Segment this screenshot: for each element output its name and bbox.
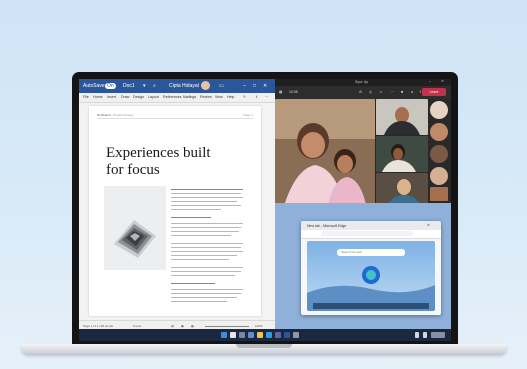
zoom-slider[interactable]: [205, 326, 249, 327]
search-icon[interactable]: ⌕: [153, 83, 156, 89]
document-title: Experiences built for focus: [106, 145, 211, 178]
video-tile-3[interactable]: [376, 136, 428, 172]
video-tile-4[interactable]: [376, 173, 428, 207]
minimize-icon[interactable]: –: [429, 79, 431, 83]
maximize-icon[interactable]: □: [253, 83, 256, 89]
task-view-icon[interactable]: [239, 332, 245, 338]
word-window: AutoSave On Doc1 ▾ ⌕ Cipta Hidayat ▭ – □…: [79, 79, 275, 329]
minimize-icon[interactable]: –: [243, 83, 246, 89]
participant-avatar-4[interactable]: [430, 167, 448, 185]
read-mode-icon[interactable]: ▤: [171, 324, 174, 328]
doc-header-right: Page 1: [243, 113, 253, 117]
start-icon[interactable]: [221, 332, 227, 338]
store-icon[interactable]: [293, 332, 299, 338]
word-icon[interactable]: [284, 332, 290, 338]
tab-insert[interactable]: Insert: [107, 95, 116, 99]
participant-avatar-3[interactable]: [430, 145, 448, 163]
tab-mailings[interactable]: Mailings: [183, 95, 196, 99]
more-icon[interactable]: ⋯: [265, 95, 269, 99]
laptop-screen: AutoSave On Doc1 ▾ ⌕ Cipta Hidayat ▭ – □…: [79, 79, 451, 341]
reactions-icon[interactable]: ☺: [379, 90, 383, 94]
web-layout-icon[interactable]: ▦: [191, 324, 194, 328]
edge-newtab-page: Search the web: [307, 241, 435, 311]
close-icon[interactable]: ✕: [427, 223, 430, 227]
editing-icon[interactable]: ✎: [243, 95, 246, 99]
user-name[interactable]: Cipta Hidayat: [169, 83, 199, 89]
header-rule: [97, 118, 253, 119]
clock[interactable]: [431, 332, 445, 338]
search-icon[interactable]: [230, 332, 236, 338]
tab-review[interactable]: Review: [200, 95, 212, 99]
zoom-level[interactable]: 100%: [255, 324, 263, 328]
ribbon-display-icon[interactable]: ▭: [219, 83, 224, 89]
edge-toolbar: [301, 230, 441, 239]
tab-draw[interactable]: Draw: [121, 95, 129, 99]
meeting-title: Sync Up: [355, 80, 369, 84]
word-status-bar: Page 1 of 1 125 words Focus ▤ ▣ ▦ 100%: [79, 320, 275, 329]
grid-view-icon[interactable]: ▦: [279, 90, 282, 94]
snap-zone: New tab - Microsoft Edge ✕ Search the we…: [275, 203, 451, 329]
tab-references[interactable]: References: [163, 95, 181, 99]
tab-layout[interactable]: Layout: [148, 95, 159, 99]
tab-help[interactable]: Help: [227, 95, 234, 99]
chat-icon[interactable]: ✉: [359, 90, 362, 94]
camera-icon[interactable]: ■: [401, 90, 403, 94]
print-layout-icon[interactable]: ▣: [181, 324, 184, 328]
edge-window[interactable]: New tab - Microsoft Edge ✕ Search the we…: [301, 221, 441, 315]
autosave-label: AutoSave: [83, 83, 105, 89]
doc-header-left: Northwind: [97, 113, 111, 117]
architecture-image: [104, 186, 166, 270]
self-view-tile[interactable]: [430, 187, 448, 201]
tab-home[interactable]: Home: [93, 95, 103, 99]
widgets-icon[interactable]: [248, 332, 254, 338]
teams-title-bar: Sync Up – ✕: [275, 79, 451, 86]
mic-icon[interactable]: ●: [411, 90, 413, 94]
avatar[interactable]: [201, 81, 210, 90]
address-bar[interactable]: [321, 231, 413, 236]
doc-header-mid: Product Design: [113, 113, 134, 117]
teams-icon[interactable]: [275, 332, 281, 338]
web-search-box[interactable]: Search the web: [337, 249, 405, 256]
meeting-timer: 10:35: [289, 90, 298, 94]
document-page[interactable]: Northwind Product Design Page 1 Experien…: [89, 106, 261, 316]
save-icon[interactable]: ▾: [143, 83, 146, 89]
edge-tab-bar: New tab - Microsoft Edge ✕: [301, 221, 441, 230]
close-icon[interactable]: ✕: [441, 79, 444, 83]
video-tile-2[interactable]: [376, 99, 428, 135]
meeting-controls: ▦ 10:35 ✉ ◎ ☺ ⋯ ■ ● ⇧ Leave: [275, 86, 451, 99]
edge-tab[interactable]: New tab - Microsoft Edge: [307, 224, 346, 228]
file-name[interactable]: Doc1: [123, 83, 135, 89]
tab-design[interactable]: Design: [133, 95, 144, 99]
laptop-notch: [236, 344, 292, 348]
participants-icon[interactable]: ◎: [369, 90, 372, 94]
taskbar: [79, 329, 451, 341]
autosave-toggle[interactable]: On: [105, 83, 116, 89]
page-count: Page 1 of 1 125 words: [83, 324, 114, 328]
volume-icon[interactable]: [423, 332, 427, 338]
focus-button[interactable]: Focus: [133, 324, 141, 328]
tab-file[interactable]: File: [83, 95, 89, 99]
video-tile-main[interactable]: [275, 99, 375, 209]
word-title-bar: AutoSave On Doc1 ▾ ⌕ Cipta Hidayat ▭ – □…: [79, 79, 275, 93]
ribbon-tabs: File Home Insert Draw Design Layout Refe…: [79, 93, 275, 103]
more-icon[interactable]: ⋯: [391, 90, 395, 94]
wifi-icon[interactable]: [415, 332, 419, 338]
file-explorer-icon[interactable]: [257, 332, 263, 338]
leave-button[interactable]: Leave: [422, 88, 446, 96]
tab-view[interactable]: View: [215, 95, 223, 99]
participant-avatar-1[interactable]: [430, 101, 448, 119]
share-icon[interactable]: ⇪: [255, 95, 258, 99]
close-icon[interactable]: ✕: [263, 83, 267, 89]
participant-avatar-2[interactable]: [430, 123, 448, 141]
edge-icon[interactable]: [266, 332, 272, 338]
